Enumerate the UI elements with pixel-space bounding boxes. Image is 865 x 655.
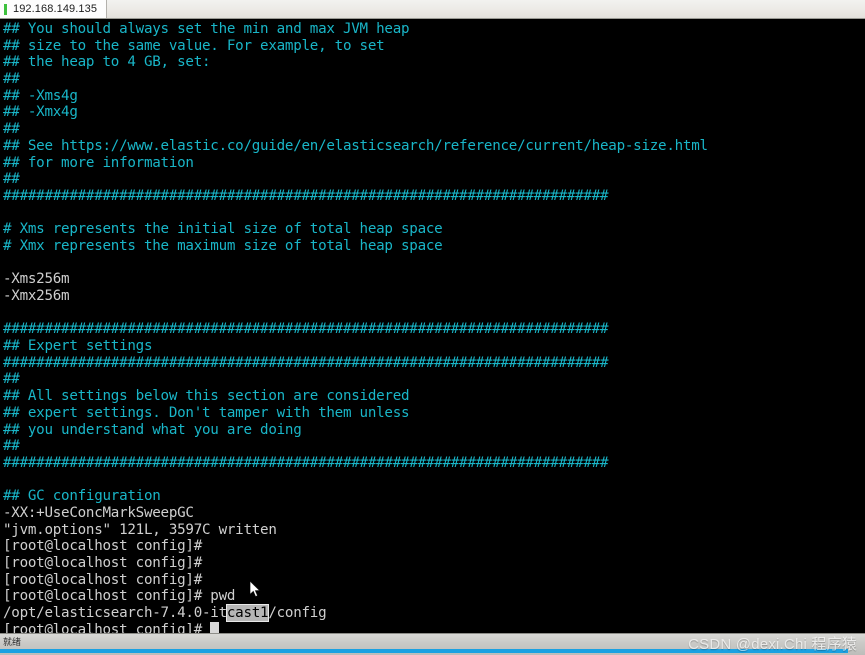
watermark-label: CSDN @dexi.Chi 程序猿 [688, 636, 857, 653]
tab-bar: 192.168.149.135 [0, 0, 865, 19]
terminal-line: [root@localhost config]# [3, 538, 202, 555]
path-suffix: /config [268, 605, 327, 622]
terminal-prompt-line: [root@localhost config]# [3, 621, 865, 633]
terminal-line: ## expert settings. Don't tamper with th… [3, 404, 410, 421]
text-cursor [210, 621, 219, 633]
terminal-line: -Xmx256m [3, 288, 70, 304]
status-bar: 就绪 CSDN @dexi.Chi 程序猿 [0, 633, 865, 655]
prompt-text: [root@localhost config]# [3, 621, 211, 633]
terminal-window: 192.168.149.135 ## You should always set… [0, 0, 865, 655]
terminal-output[interactable]: ## You should always set the min and max… [0, 19, 865, 633]
terminal-line: ## [3, 438, 20, 455]
terminal-line: # Xmx represents the maximum size of tot… [3, 237, 443, 254]
path-prefix: /opt/elasticsearch-7.4.0-it [3, 605, 227, 622]
terminal-line: ## you understand what you are doing [3, 421, 302, 438]
terminal-line: ## size to the same value. For example, … [3, 37, 385, 54]
terminal-line: -Xms256m [3, 271, 70, 288]
status-label: 就绪 [3, 637, 22, 647]
terminal-line: ## -Xms4g [3, 87, 78, 104]
terminal-line: ## -Xmx4g [3, 104, 78, 121]
path-selected-text[interactable]: cast1 [226, 605, 269, 622]
terminal-line: ## Expert settings [3, 338, 153, 355]
tab-bar-empty-area [107, 0, 865, 18]
terminal-line: ## See https://www.elastic.co/guide/en/e… [3, 137, 708, 154]
terminal-line: ## All settings below this section are c… [3, 388, 410, 405]
terminal-line: ## GC configuration [3, 488, 161, 505]
terminal-line: ## [3, 171, 20, 188]
terminal-line: # Xms represents the initial size of tot… [3, 221, 443, 238]
terminal-line: ########################################… [3, 454, 609, 471]
terminal-line: ########################################… [3, 321, 609, 338]
terminal-line: ## [3, 371, 20, 388]
terminal-line: ## [3, 121, 20, 138]
terminal-line: ## [3, 71, 20, 88]
terminal-path-line: /opt/elasticsearch-7.4.0-itcast1/config [3, 605, 865, 622]
terminal-line: [root@localhost config]# [3, 555, 202, 571]
terminal-line: [root@localhost config]# [3, 571, 202, 588]
terminal-line: "jvm.options" 121L, 3597C written [3, 521, 277, 538]
terminal-line: [root@localhost config]# pwd [3, 588, 236, 605]
terminal-line-list: ## You should always set the min and max… [3, 21, 865, 605]
connection-status-icon [4, 3, 7, 15]
terminal-line: ## the heap to 4 GB, set: [3, 54, 211, 71]
terminal-line: -XX:+UseConcMarkSweepGC [3, 504, 194, 521]
tab-label: 192.168.149.135 [13, 3, 98, 15]
tab-session-192-168-149-135[interactable]: 192.168.149.135 [0, 0, 108, 18]
terminal-line: ## for more information [3, 154, 194, 171]
terminal-line: ########################################… [3, 187, 609, 204]
terminal-line: ########################################… [3, 354, 609, 371]
terminal-line: ## You should always set the min and max… [3, 21, 410, 37]
